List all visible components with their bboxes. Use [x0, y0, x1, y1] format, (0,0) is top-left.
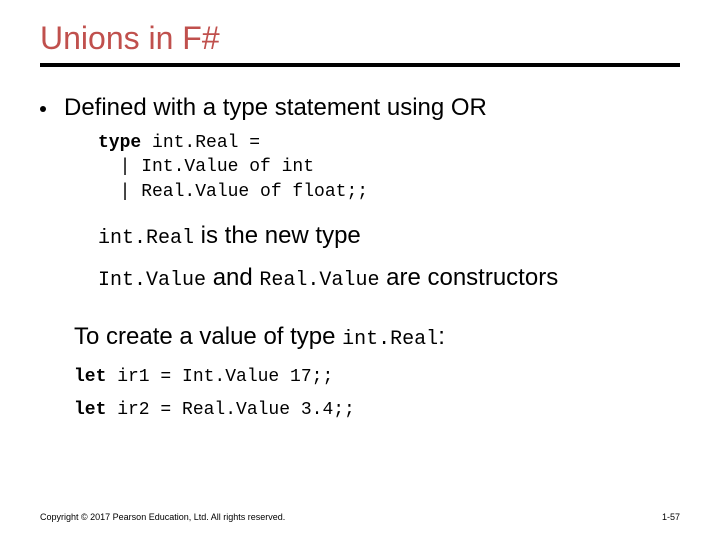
let-line-2: let ir2 = Real.Value 3.4;;	[74, 399, 680, 422]
text-is-new-type: is the new type	[194, 222, 361, 249]
title-divider	[40, 63, 680, 67]
mono-intreal-2: int.Real	[342, 328, 438, 351]
code-line-2: | Int.Value of int	[98, 157, 314, 177]
explain-constructors: Int.Value and Real.Value are constructor…	[98, 260, 680, 296]
code-line-1: int.Real =	[141, 133, 260, 153]
keyword-let-1: let	[74, 367, 106, 387]
mono-realvalue: Real.Value	[259, 269, 379, 292]
text-and: and	[206, 264, 259, 291]
footer: Copyright © 2017 Pearson Education, Ltd.…	[40, 512, 680, 522]
mono-intreal: int.Real	[98, 227, 194, 250]
keyword-type: type	[98, 133, 141, 153]
page-number: 1-57	[662, 512, 680, 522]
mono-intvalue: Int.Value	[98, 269, 206, 292]
explain-newtype: int.Real is the new type	[98, 218, 680, 254]
explain-create: To create a value of type int.Real:	[74, 320, 680, 354]
copyright-text: Copyright © 2017 Pearson Education, Ltd.…	[40, 512, 285, 522]
text-colon: :	[438, 323, 445, 350]
code-line-3: | Real.Value of float;;	[98, 182, 368, 202]
text-are-constructors: are constructors	[379, 264, 558, 291]
let-rest-1: ir1 = Int.Value 17;;	[106, 367, 333, 387]
slide-title: Unions in F#	[40, 20, 680, 57]
text-to-create: To create a value of type	[74, 323, 342, 350]
code-block-type: type int.Real = | Int.Value of int | Rea…	[98, 131, 680, 204]
bullet-text: Defined with a type statement using OR	[64, 93, 487, 123]
bullet-icon	[40, 106, 46, 112]
keyword-let-2: let	[74, 400, 106, 420]
let-rest-2: ir2 = Real.Value 3.4;;	[106, 400, 354, 420]
slide: Unions in F# Defined with a type stateme…	[0, 0, 720, 540]
let-line-1: let ir1 = Int.Value 17;;	[74, 366, 680, 389]
bullet-item: Defined with a type statement using OR	[40, 93, 680, 123]
